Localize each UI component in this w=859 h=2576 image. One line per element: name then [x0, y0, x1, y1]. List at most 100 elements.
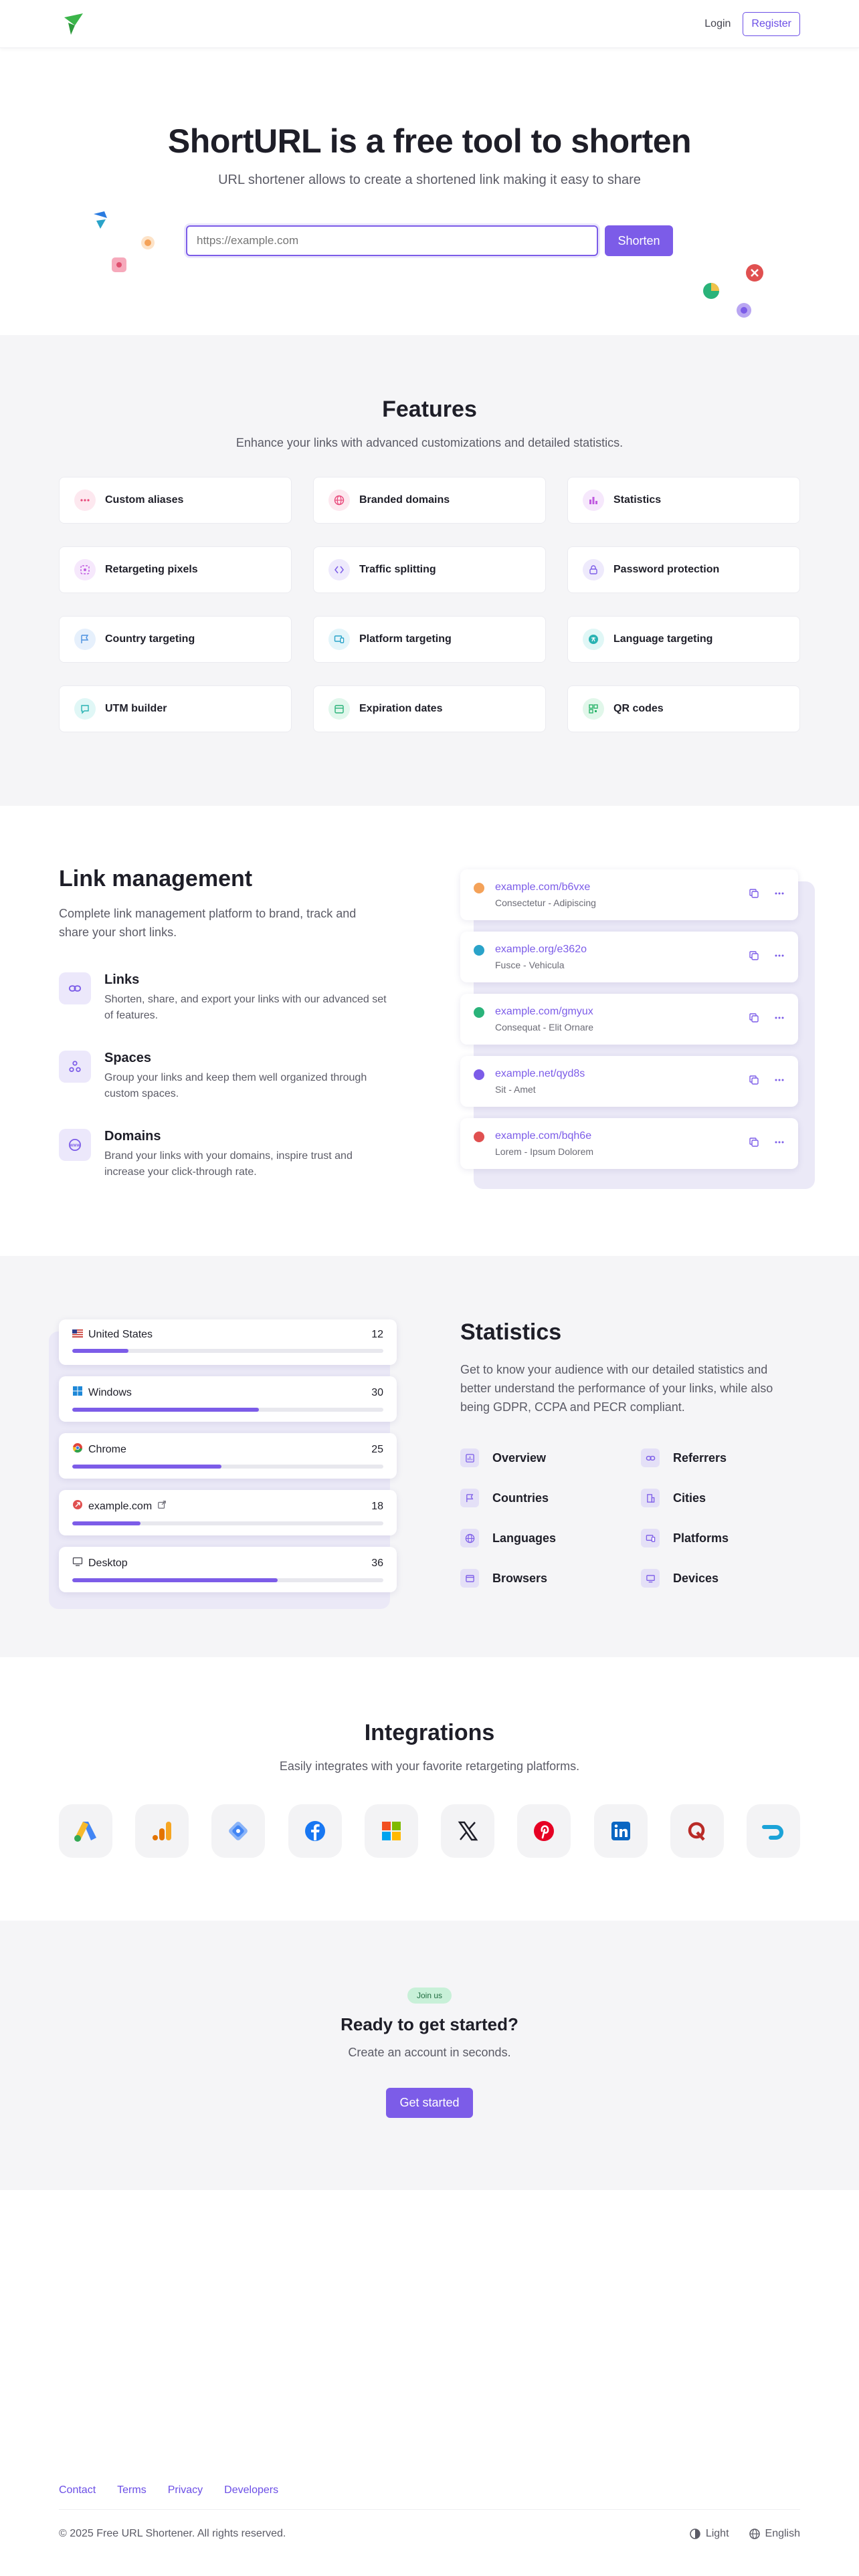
feature-card: Expiration dates — [313, 685, 546, 732]
linkedin-logo-icon[interactable] — [593, 1804, 648, 1858]
features-subtitle: Enhance your links with advanced customi… — [235, 436, 624, 449]
devices-icon — [328, 629, 350, 650]
x-logo-icon[interactable] — [441, 1804, 495, 1858]
join-us-badge: Join us — [407, 1988, 452, 2004]
link-management-item-desc: Shorten, share, and export your links wi… — [104, 994, 387, 1021]
logo-icon[interactable] — [59, 9, 88, 39]
adroll-logo-icon[interactable] — [746, 1804, 800, 1858]
external-link-icon[interactable] — [157, 1500, 167, 1513]
statistics-feature-item: Cities — [641, 1489, 795, 1507]
footer-link-terms[interactable]: Terms — [117, 2484, 147, 2496]
feature-label: Statistics — [613, 494, 662, 506]
contrast-icon — [690, 2529, 700, 2539]
feature-card: Language targeting — [567, 616, 800, 663]
copy-icon[interactable] — [749, 1075, 759, 1089]
feature-card: Custom aliases — [59, 477, 292, 524]
footer-link-contact[interactable]: Contact — [59, 2484, 96, 2496]
cta-section: Join us Ready to get started? Create an … — [0, 1921, 859, 2190]
link-meta: Consectetur - Adipiscing — [495, 897, 596, 908]
stat-bar-track — [72, 1349, 383, 1353]
feature-card: Platform targeting — [313, 616, 546, 663]
split-icon — [328, 559, 350, 580]
feature-label: Language targeting — [613, 633, 713, 645]
copy-icon[interactable] — [749, 888, 759, 902]
more-icon[interactable] — [774, 1075, 785, 1089]
decor-green-pie-icon — [702, 282, 720, 303]
link-meta: Lorem - Ipsum Dolorem — [495, 1146, 594, 1157]
devices-icon — [641, 1529, 660, 1547]
feature-label: Password protection — [613, 564, 720, 575]
link-card[interactable]: example.org/e362o Fusce - Vehicula — [460, 932, 798, 982]
link-card[interactable]: example.net/qyd8s Sit - Amet — [460, 1056, 798, 1107]
integrations-subtitle: Easily integrates with your favorite ret… — [279, 1759, 580, 1773]
link-management-item: Spaces Group your links and keep them we… — [59, 1051, 393, 1102]
www-icon: WWW — [59, 1129, 91, 1161]
decor-orange-dot-icon — [140, 235, 155, 253]
statistics-title: Statistics — [460, 1319, 562, 1345]
browser-icon — [460, 1569, 479, 1588]
link-url[interactable]: example.org/e362o — [495, 944, 749, 956]
more-icon[interactable] — [774, 888, 785, 902]
decor-blue-logo-icon — [91, 210, 112, 235]
facebook-logo-icon[interactable] — [288, 1804, 342, 1858]
feature-card: UTM builder — [59, 685, 292, 732]
get-started-button[interactable]: Get started — [386, 2088, 473, 2118]
link-url[interactable]: example.com/b6vxe — [495, 881, 749, 893]
copy-icon[interactable] — [749, 1012, 759, 1027]
language-selector[interactable]: English — [749, 2528, 800, 2540]
login-link[interactable]: Login — [704, 18, 731, 30]
link-favicon-icon — [474, 883, 484, 893]
statistics-feature-label: Countries — [492, 1491, 549, 1505]
stat-card: Desktop 36 — [59, 1547, 397, 1592]
link-card[interactable]: example.com/gmyux Consequat - Elit Ornar… — [460, 994, 798, 1045]
feature-label: Branded domains — [359, 494, 450, 506]
link-management-item-title: Links — [104, 972, 140, 987]
google-ads-logo-icon[interactable] — [59, 1804, 112, 1858]
link-card[interactable]: example.com/b6vxe Consectetur - Adipisci… — [460, 869, 798, 920]
stat-bar-fill — [72, 1349, 128, 1353]
decor-red-badge-icon — [745, 263, 764, 286]
theme-toggle[interactable]: Light — [690, 2528, 729, 2540]
google-analytics-logo-icon[interactable] — [135, 1804, 189, 1858]
link-icon — [641, 1448, 660, 1467]
statistics-feature-label: Languages — [492, 1531, 557, 1545]
shorten-form: Shorten — [0, 225, 859, 256]
bar-chart-icon — [583, 490, 604, 511]
register-button[interactable]: Register — [743, 12, 800, 36]
decor-purple-dot-icon — [736, 302, 752, 322]
stat-value: 25 — [371, 1443, 383, 1455]
more-icon[interactable] — [774, 1012, 785, 1027]
windows-logo-icon — [72, 1386, 83, 1400]
more-icon[interactable] — [774, 1137, 785, 1151]
site-header: Login Register — [0, 0, 859, 48]
calendar-icon — [328, 698, 350, 720]
copy-icon[interactable] — [749, 1137, 759, 1151]
footer-link-privacy[interactable]: Privacy — [168, 2484, 203, 2496]
link-url[interactable]: example.com/gmyux — [495, 1006, 749, 1018]
footer-link-developers[interactable]: Developers — [224, 2484, 278, 2496]
statistics-feature-label: Overview — [492, 1451, 547, 1465]
shorten-button[interactable]: Shorten — [605, 225, 673, 256]
link-url[interactable]: example.com/bqh6e — [495, 1130, 749, 1142]
link-url[interactable]: example.net/qyd8s — [495, 1068, 749, 1080]
hero-section: ShortURL is a free tool to shorten URL s… — [0, 48, 859, 335]
chrome-logo-icon — [72, 1442, 83, 1457]
pinterest-logo-icon[interactable] — [517, 1804, 571, 1858]
lock-icon — [583, 559, 604, 580]
link-card[interactable]: example.com/bqh6e Lorem - Ipsum Dolorem — [460, 1118, 798, 1169]
cta-subtitle: Create an account in seconds. — [348, 2046, 511, 2059]
google-tag-manager-logo-icon[interactable] — [211, 1804, 266, 1858]
svg-text:WWW: WWW — [70, 1144, 80, 1148]
stat-label: example.com — [88, 1500, 153, 1512]
statistics-feature-item: Browsers — [460, 1569, 641, 1588]
more-icon[interactable] — [774, 950, 785, 964]
stat-bar-fill — [72, 1578, 278, 1582]
microsoft-logo-icon[interactable] — [364, 1804, 418, 1858]
stat-label: Desktop — [88, 1557, 128, 1569]
copy-icon[interactable] — [749, 950, 759, 964]
integrations-title: Integrations — [364, 1720, 495, 1745]
quora-logo-icon[interactable] — [670, 1804, 724, 1858]
stat-card: Windows 30 — [59, 1376, 397, 1422]
url-input[interactable] — [186, 225, 598, 256]
link-management-item-desc: Brand your links with your domains, insp… — [104, 1150, 353, 1178]
